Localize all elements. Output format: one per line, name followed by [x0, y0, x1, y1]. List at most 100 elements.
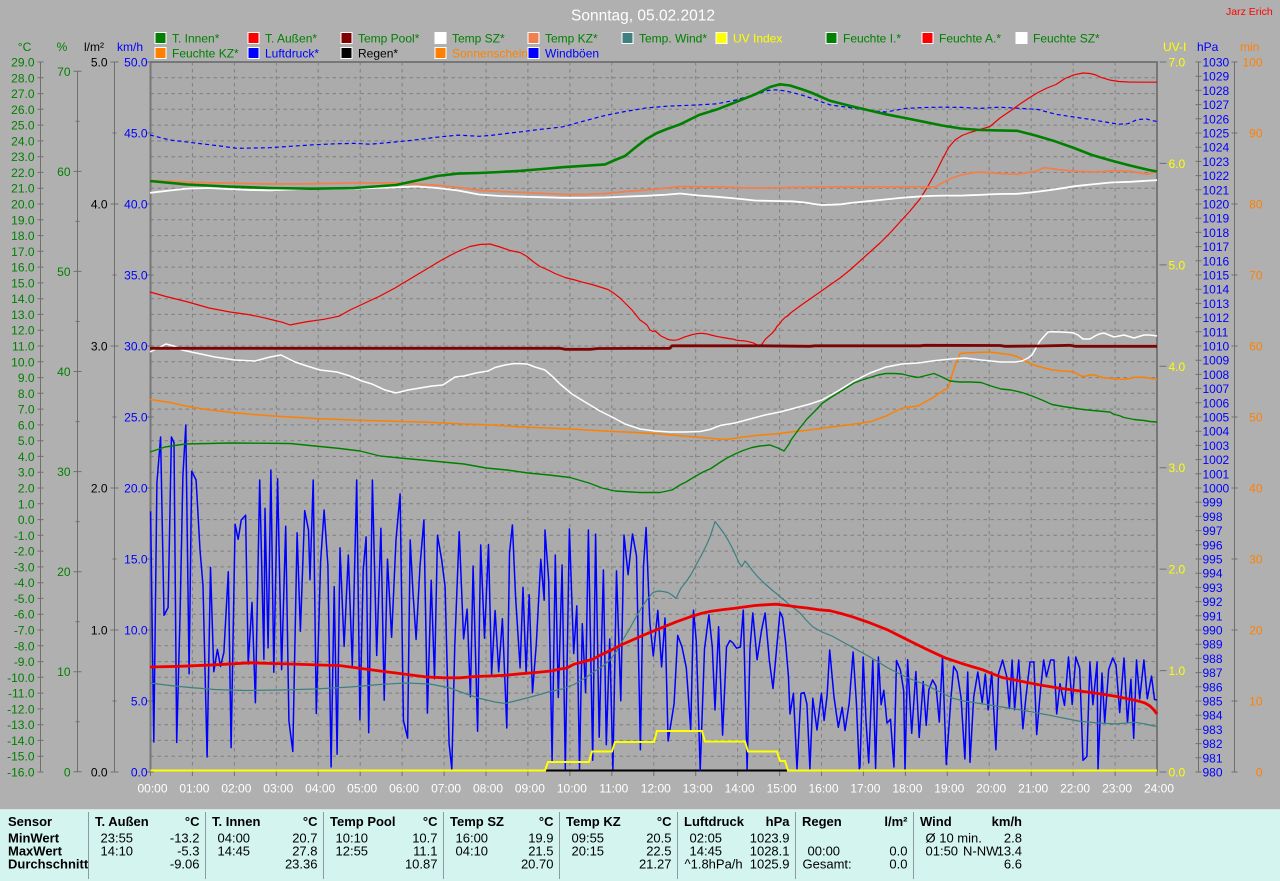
svg-text:996: 996 — [1203, 538, 1223, 552]
svg-text:994: 994 — [1203, 567, 1223, 581]
svg-text:70: 70 — [57, 65, 71, 79]
svg-text:-4.0: -4.0 — [14, 576, 35, 590]
svg-text:3.0: 3.0 — [1169, 461, 1186, 475]
svg-text:Jarz Erich: Jarz Erich — [1226, 6, 1273, 18]
svg-text:984: 984 — [1203, 709, 1223, 723]
svg-text:998: 998 — [1203, 510, 1223, 524]
svg-text:15.0: 15.0 — [124, 553, 148, 567]
svg-text:40: 40 — [57, 365, 71, 379]
svg-text:-8.0: -8.0 — [14, 639, 35, 653]
svg-text:-2.0: -2.0 — [14, 545, 35, 559]
svg-text:0.0: 0.0 — [18, 513, 35, 527]
svg-text:45.0: 45.0 — [124, 127, 148, 141]
svg-text:1001: 1001 — [1203, 467, 1230, 481]
svg-text:4.0: 4.0 — [1169, 360, 1186, 374]
svg-text:1002: 1002 — [1203, 453, 1230, 467]
svg-text:12:55: 12:55 — [336, 844, 369, 859]
svg-text:986: 986 — [1203, 680, 1223, 694]
svg-text:1008: 1008 — [1203, 368, 1230, 382]
svg-text:Regen*: Regen* — [358, 47, 398, 61]
svg-text:0.0: 0.0 — [91, 766, 108, 780]
svg-text:19.0: 19.0 — [11, 213, 35, 227]
svg-text:0: 0 — [64, 765, 71, 779]
svg-text:Temp. Wind*: Temp. Wind* — [639, 32, 707, 46]
svg-text:-12.0: -12.0 — [7, 702, 35, 716]
svg-text:40.0: 40.0 — [124, 198, 148, 212]
svg-text:°C: °C — [657, 814, 672, 829]
svg-text:6.0: 6.0 — [1169, 157, 1186, 171]
svg-text:15.0: 15.0 — [11, 276, 35, 290]
svg-text:8.0: 8.0 — [18, 387, 35, 401]
svg-text:10: 10 — [1249, 695, 1263, 709]
svg-text:1005: 1005 — [1203, 411, 1230, 425]
svg-text:2.0: 2.0 — [18, 482, 35, 496]
svg-text:100: 100 — [1242, 56, 1262, 70]
svg-text:20.70: 20.70 — [521, 857, 554, 872]
svg-text:991: 991 — [1203, 609, 1223, 623]
svg-text:20:15: 20:15 — [572, 844, 605, 859]
svg-text:min: min — [1240, 40, 1259, 54]
svg-text:1004: 1004 — [1203, 425, 1230, 439]
svg-text:10: 10 — [57, 665, 71, 679]
svg-text:35.0: 35.0 — [124, 269, 148, 283]
svg-text:13:00: 13:00 — [683, 782, 713, 796]
svg-text:14.0: 14.0 — [11, 292, 35, 306]
svg-text:1019: 1019 — [1203, 212, 1230, 226]
svg-text:1025.9: 1025.9 — [750, 857, 790, 872]
svg-text:982: 982 — [1203, 737, 1223, 751]
svg-text:14:10: 14:10 — [101, 844, 134, 859]
svg-text:25.0: 25.0 — [124, 411, 148, 425]
svg-text:11.0: 11.0 — [12, 340, 35, 354]
svg-text:%: % — [57, 40, 68, 54]
svg-text:60: 60 — [1249, 340, 1263, 354]
svg-text:1.0: 1.0 — [91, 624, 108, 638]
svg-text:1021: 1021 — [1203, 183, 1230, 197]
svg-text:10:00: 10:00 — [557, 782, 587, 796]
svg-text:999: 999 — [1203, 496, 1223, 510]
svg-text:1.0: 1.0 — [18, 497, 35, 511]
svg-text:°C: °C — [303, 814, 318, 829]
svg-text:22:00: 22:00 — [1060, 782, 1090, 796]
svg-text:30: 30 — [1249, 553, 1263, 567]
svg-text:1020: 1020 — [1203, 198, 1230, 212]
svg-text:°C: °C — [539, 814, 554, 829]
svg-text:-16.0: -16.0 — [7, 766, 35, 780]
svg-text:19:00: 19:00 — [934, 782, 964, 796]
svg-text:°C: °C — [185, 814, 200, 829]
svg-text:1.0: 1.0 — [1169, 664, 1186, 678]
svg-text:24:00: 24:00 — [1144, 782, 1174, 796]
svg-text:20:00: 20:00 — [976, 782, 1006, 796]
svg-text:1010: 1010 — [1203, 340, 1230, 354]
svg-text:15:00: 15:00 — [767, 782, 797, 796]
svg-text:1029: 1029 — [1203, 70, 1230, 84]
svg-text:04:10: 04:10 — [456, 844, 489, 859]
svg-text:5.0: 5.0 — [131, 695, 148, 709]
svg-text:12:00: 12:00 — [641, 782, 671, 796]
svg-text:20.0: 20.0 — [11, 198, 35, 212]
svg-text:1024: 1024 — [1203, 141, 1230, 155]
svg-text:0.0: 0.0 — [1169, 766, 1186, 780]
svg-text:-3.0: -3.0 — [14, 560, 35, 574]
svg-text:T. Außen*: T. Außen* — [265, 32, 317, 46]
svg-text:29.0: 29.0 — [11, 56, 35, 70]
svg-text:14:00: 14:00 — [725, 782, 755, 796]
svg-text:Sensor: Sensor — [8, 814, 52, 829]
svg-text:01:00: 01:00 — [179, 782, 209, 796]
svg-text:2.0: 2.0 — [1169, 563, 1186, 577]
svg-text:-1.0: -1.0 — [14, 529, 35, 543]
svg-text:-9.0: -9.0 — [14, 655, 35, 669]
svg-text:Gesamt:: Gesamt: — [803, 857, 852, 872]
svg-text:10.87: 10.87 — [405, 857, 438, 872]
svg-text:1011: 1011 — [1203, 325, 1229, 339]
svg-text:Wind: Wind — [920, 814, 952, 829]
svg-text:1009: 1009 — [1203, 354, 1230, 368]
svg-text:1012: 1012 — [1203, 311, 1230, 325]
svg-text:Feuchte A.*: Feuchte A.* — [939, 32, 1001, 46]
svg-text:Temp Pool: Temp Pool — [330, 814, 395, 829]
svg-text:1013: 1013 — [1203, 297, 1230, 311]
svg-text:50: 50 — [1249, 411, 1263, 425]
svg-text:989: 989 — [1203, 638, 1223, 652]
svg-text:UV-I: UV-I — [1163, 40, 1186, 54]
svg-text:2.0: 2.0 — [91, 482, 108, 496]
svg-text:Temp KZ: Temp KZ — [566, 814, 621, 829]
